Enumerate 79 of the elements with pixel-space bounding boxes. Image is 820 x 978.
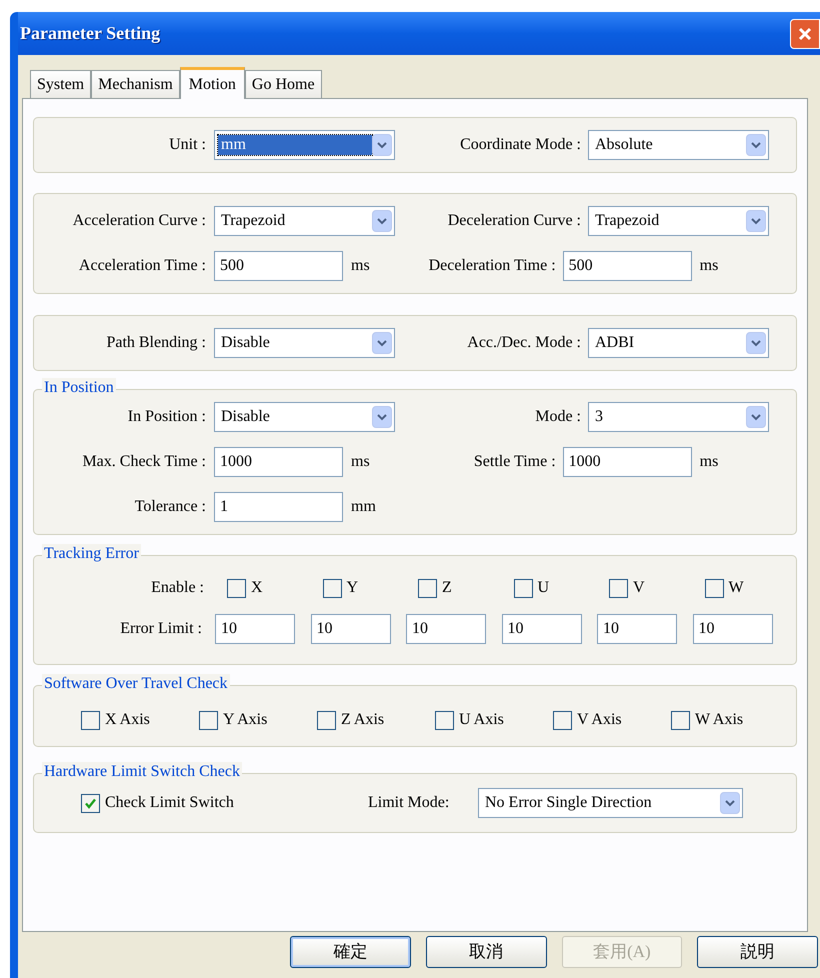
input-field[interactable]: 10 [692, 614, 772, 644]
tab[interactable]: System [30, 70, 92, 98]
dropdown[interactable]: Disable [214, 402, 395, 432]
unit-label: mm [351, 497, 376, 517]
checkbox[interactable] [418, 578, 437, 598]
checkbox-label: X [251, 578, 263, 598]
close-button[interactable] [790, 18, 820, 48]
field-label: Error Limit : [120, 619, 202, 639]
field-label: Deceleration Curve : [448, 211, 581, 231]
checkbox[interactable] [435, 710, 454, 730]
input-field[interactable]: 1 [214, 492, 343, 522]
dialog-button[interactable]: 説明 [697, 936, 818, 968]
unit-label: ms [351, 452, 370, 472]
dialog-button[interactable]: 取消 [426, 936, 546, 968]
field-label: Limit Mode: [368, 793, 450, 813]
tab[interactable]: Go Home [244, 70, 322, 98]
checkbox[interactable] [81, 794, 100, 812]
field-label: Path Blending : [106, 333, 206, 353]
checkbox[interactable] [81, 710, 100, 730]
dropdown[interactable]: No Error Single Direction [478, 788, 743, 818]
checkbox[interactable] [671, 710, 690, 730]
checkbox-label: V [633, 578, 645, 598]
field-label: Acc./Dec. Mode : [467, 333, 581, 353]
field-label: In Position : [128, 407, 206, 427]
group-title: Tracking Error [42, 544, 141, 564]
field-label: Tolerance : [134, 497, 206, 517]
dropdown[interactable]: 3 [588, 402, 769, 432]
dropdown[interactable]: mm [214, 130, 395, 160]
field-label: Unit : [169, 135, 206, 155]
window-title: Parameter Setting [20, 22, 160, 45]
dialog-button[interactable]: 確定 [290, 936, 411, 968]
checkbox-label: U Axis [459, 710, 504, 730]
checkbox-label: Y [346, 578, 358, 598]
input-field[interactable]: 10 [310, 614, 390, 644]
checkbox-label: X Axis [105, 710, 150, 730]
checkbox[interactable] [317, 710, 336, 730]
check-icon [84, 796, 97, 810]
tab[interactable]: Mechanism [91, 70, 180, 98]
tab[interactable]: Motion [180, 67, 245, 99]
dropdown[interactable]: Disable [214, 328, 395, 358]
dropdown[interactable]: Absolute [588, 130, 769, 160]
checkbox[interactable] [704, 578, 724, 598]
close-icon [797, 26, 813, 42]
checkbox-label: U [538, 578, 550, 598]
input-field[interactable]: 500 [562, 251, 692, 281]
field-label: Coordinate Mode : [460, 135, 581, 155]
input-field[interactable]: 10 [406, 614, 486, 644]
field-label: Acceleration Curve : [72, 211, 206, 231]
unit-label: ms [351, 256, 370, 276]
input-field[interactable]: 10 [215, 614, 295, 644]
field-label: Deceleration Time : [428, 256, 556, 276]
checkbox-label: W Axis [695, 710, 744, 730]
checkbox[interactable] [199, 710, 218, 730]
unit-label: ms [700, 256, 718, 276]
field-label: Mode : [535, 407, 581, 427]
checkbox-label: V Axis [577, 710, 622, 730]
field-label: Acceleration Time : [78, 256, 206, 276]
dropdown[interactable]: ADBI [588, 328, 769, 358]
input-field[interactable]: 1000 [214, 447, 343, 477]
checkbox[interactable] [514, 578, 532, 598]
checkbox-label: Z Axis [341, 710, 384, 730]
checkbox-label: Check Limit Switch [105, 793, 234, 813]
checkbox[interactable] [609, 578, 628, 598]
checkbox[interactable] [322, 578, 342, 598]
checkbox-label: W [728, 578, 744, 598]
input-field[interactable]: 10 [502, 614, 582, 644]
field-label: Enable : [151, 578, 204, 598]
field-label: Settle Time : [474, 452, 556, 472]
unit-label: ms [700, 452, 718, 472]
checkbox-label: Z [442, 578, 452, 598]
input-field[interactable]: 1000 [562, 447, 692, 477]
checkbox[interactable] [227, 578, 246, 598]
dropdown[interactable]: Trapezoid [588, 206, 769, 236]
input-field[interactable]: 500 [214, 251, 343, 281]
checkbox[interactable] [553, 710, 572, 730]
input-field[interactable]: 10 [597, 614, 677, 644]
dropdown[interactable]: Trapezoid [214, 206, 395, 236]
checkbox-label: Y Axis [223, 710, 268, 730]
field-label: Max. Check Time : [82, 452, 206, 472]
